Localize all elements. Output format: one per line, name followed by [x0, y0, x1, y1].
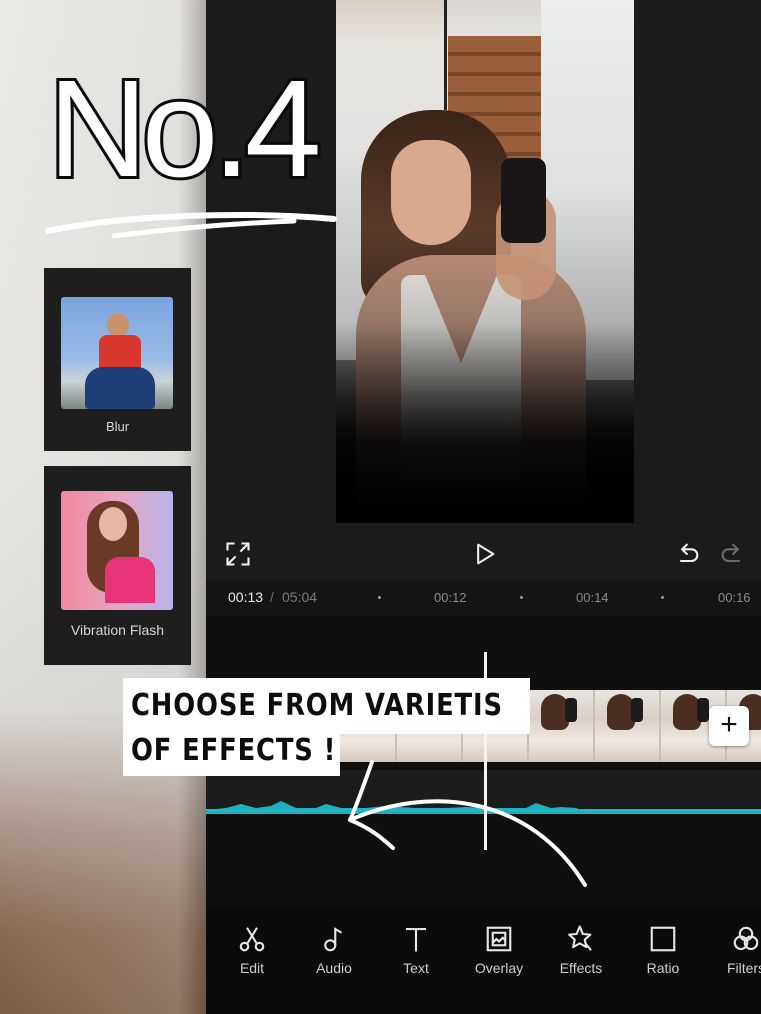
music-note-icon — [319, 924, 349, 954]
play-icon[interactable] — [470, 540, 498, 568]
thumb-dress — [105, 557, 155, 603]
callout-line1: CHOOSE FROM VARIETIS — [131, 688, 503, 723]
expand-icon[interactable] — [224, 540, 252, 568]
toolbar-item-filters[interactable]: Filters — [706, 924, 761, 976]
toolbar-label: Overlay — [474, 960, 524, 976]
toolbar-item-effects[interactable]: Effects — [541, 924, 621, 976]
tick-dot — [661, 596, 664, 599]
preview-person-face — [391, 140, 471, 245]
total-time: 05:04 — [282, 589, 318, 605]
toolbar-label: Effects — [559, 960, 603, 976]
tick-label: 00:14 — [576, 590, 609, 605]
effect-card-label: Vibration Flash — [70, 622, 165, 638]
text-icon — [401, 924, 431, 954]
effect-card-label: Blur — [105, 419, 130, 434]
callout-line1-box: CHOOSE FROM VARIETIS — [123, 678, 530, 734]
tick-label: 00:16 — [718, 590, 751, 605]
toolbar-label: Text — [403, 960, 429, 976]
preview-rail — [444, 0, 447, 110]
scissors-icon — [237, 924, 267, 954]
toolbar-item-audio[interactable]: Audio — [294, 924, 374, 976]
effect-thumbnail — [61, 297, 173, 409]
toolbar-label: Audio — [316, 960, 352, 976]
toolbar-item-ratio[interactable]: Ratio — [623, 924, 703, 976]
tick-label: 00:12 — [434, 590, 467, 605]
undo-icon[interactable] — [674, 540, 702, 568]
tick-dot — [520, 596, 523, 599]
toolbar-label: Filters — [726, 960, 761, 976]
toolbar-label: Edit — [239, 960, 265, 976]
effects-star-icon — [566, 924, 596, 954]
thumb-face — [99, 507, 127, 541]
video-preview[interactable] — [336, 0, 634, 523]
headline-text: No.4 — [45, 52, 324, 206]
timeline-ruler[interactable]: 00:13 / 05:04 00:12 00:14 00:16 — [206, 580, 761, 616]
redo-icon[interactable] — [718, 540, 746, 568]
preview-phone — [501, 158, 546, 243]
toolbar-label: Ratio — [646, 960, 680, 976]
effect-card-blur[interactable]: Blur — [44, 268, 191, 451]
headline: No.4 — [45, 52, 324, 206]
bottom-toolbar: Edit Audio Text Overlay Effects Ratio Fi… — [206, 906, 761, 1014]
add-clip-button[interactable]: + — [709, 706, 749, 746]
underline-swoosh — [45, 212, 337, 239]
effect-thumbnail — [61, 491, 173, 610]
callout-line2-box: OF EFFECTS ! — [123, 732, 340, 776]
current-time: 00:13 — [228, 589, 264, 605]
preview-shade — [336, 323, 634, 523]
toolbar-item-edit[interactable]: Edit — [212, 924, 292, 976]
thumb-jeans — [85, 367, 155, 409]
clip-frame — [595, 690, 661, 762]
effect-card-vibration-flash[interactable]: Vibration Flash — [44, 466, 191, 665]
toolbar-item-overlay[interactable]: Overlay — [459, 924, 539, 976]
time-separator: / — [270, 589, 274, 605]
ratio-icon — [648, 924, 678, 954]
clip-frame — [529, 690, 595, 762]
overlay-icon — [484, 924, 514, 954]
toolbar-item-text[interactable]: Text — [376, 924, 456, 976]
filters-icon — [731, 924, 761, 954]
callout-line2: OF EFFECTS ! — [131, 733, 337, 768]
tick-dot — [378, 596, 381, 599]
thumb-head — [107, 313, 129, 337]
player-controls — [206, 530, 761, 578]
